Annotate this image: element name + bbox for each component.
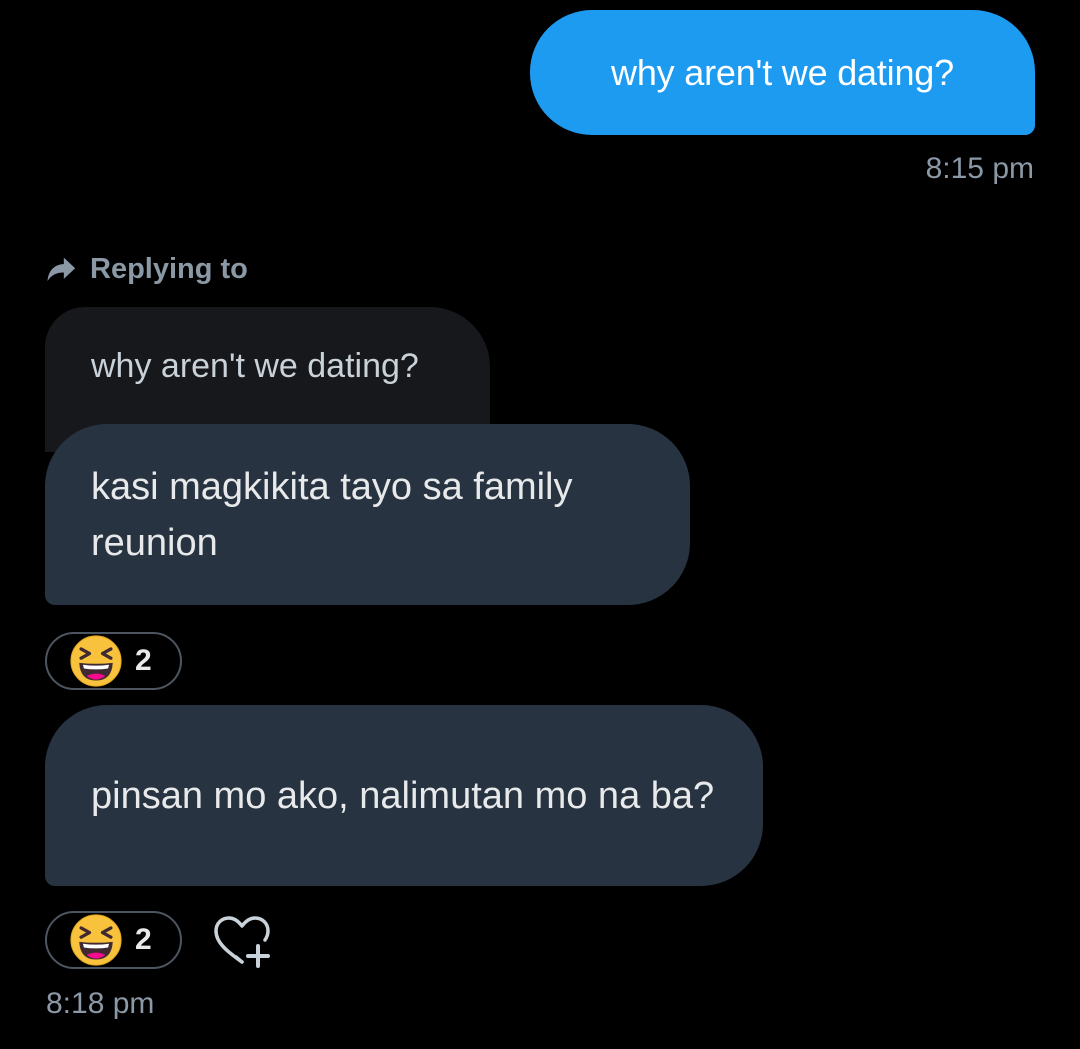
replying-to-row: Replying to [44, 252, 248, 286]
received-message-text: kasi magkikita tayo sa family reunion [91, 465, 573, 564]
reaction-pill[interactable]: 2 [45, 632, 182, 690]
sent-message-text: why aren't we dating? [611, 51, 954, 93]
laughing-squinting-face-icon [70, 914, 122, 966]
received-message-text: pinsan mo ako, nalimutan mo na ba? [91, 774, 715, 817]
received-message-bubble[interactable]: pinsan mo ako, nalimutan mo na ba? [45, 705, 763, 886]
quoted-message-text: why aren't we dating? [91, 347, 419, 385]
reaction-pill[interactable]: 2 [45, 911, 182, 969]
heart-plus-icon[interactable] [210, 914, 274, 970]
received-message-bubble[interactable]: kasi magkikita tayo sa family reunion [45, 424, 690, 605]
reaction-count: 2 [135, 644, 152, 677]
laughing-squinting-face-icon [70, 635, 122, 687]
sent-message-bubble[interactable]: why aren't we dating? [530, 10, 1035, 135]
reply-arrow-icon [47, 257, 76, 282]
replying-to-label: Replying to [90, 252, 248, 285]
received-message-timestamp: 8:18 pm [46, 987, 155, 1020]
reaction-count: 2 [135, 923, 152, 956]
sent-message-timestamp: 8:15 pm [925, 152, 1034, 185]
